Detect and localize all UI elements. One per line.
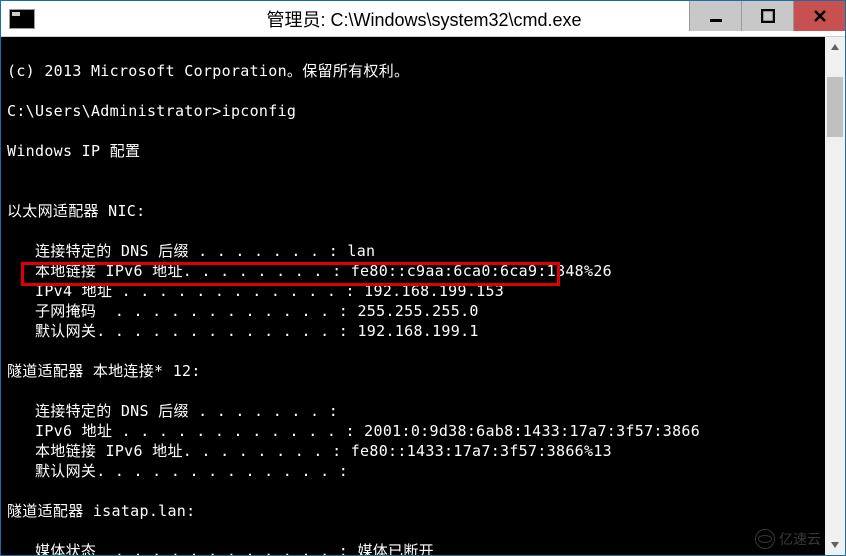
minimize-icon [709,9,723,23]
tunnel12-ipv6: IPv6 地址 . . . . . . . . . . . . : 2001:0… [7,422,700,440]
titlebar[interactable]: 管理员: C:\Windows\system32\cmd.exe [1,1,845,37]
cmd-icon[interactable] [9,9,35,29]
vertical-scrollbar[interactable] [825,37,845,555]
terminal-area[interactable]: (c) 2013 Microsoft Corporation。保留所有权利。 C… [1,37,845,555]
adapter-isatap-title: 隧道适配器 isatap.lan: [7,502,195,520]
tunnel12-gateway: 默认网关. . . . . . . . . . . . . : [7,462,348,480]
close-icon [813,9,827,23]
scroll-down-button[interactable] [825,535,845,555]
window-controls [689,1,845,31]
nic-subnet: 子网掩码 . . . . . . . . . . . . : 255.255.2… [7,302,479,320]
isatap-media-state: 媒体状态 . . . . . . . . . . . . : 媒体已断开 [7,542,434,555]
chevron-up-icon [830,42,840,52]
chevron-down-icon [830,540,840,550]
prompt-line: C:\Users\Administrator>ipconfig [7,102,296,120]
nic-gateway: 默认网关. . . . . . . . . . . . . : 192.168.… [7,322,479,340]
minimize-button[interactable] [689,1,741,31]
scroll-thumb[interactable] [827,77,843,137]
ipconfig-header: Windows IP 配置 [7,142,140,160]
tunnel12-link-local: 本地链接 IPv6 地址. . . . . . . . : fe80::1433… [7,442,612,460]
maximize-icon [761,9,775,23]
scroll-track[interactable] [825,57,845,535]
cmd-window: 管理员: C:\Windows\system32\cmd.exe (c) 201… [0,0,846,556]
nic-ipv4: IPv4 地址 . . . . . . . . . . . . : 192.16… [7,282,504,300]
tunnel12-dns-suffix: 连接特定的 DNS 后缀 . . . . . . . : [7,402,338,420]
adapter-tunnel12-title: 隧道适配器 本地连接* 12: [7,362,201,380]
nic-link-local-ipv6: 本地链接 IPv6 地址. . . . . . . . : fe80::c9aa… [7,262,612,280]
copyright-line: (c) 2013 Microsoft Corporation。保留所有权利。 [7,62,409,80]
adapter-nic-title: 以太网适配器 NIC: [7,202,145,220]
close-button[interactable] [793,1,845,31]
terminal-output: (c) 2013 Microsoft Corporation。保留所有权利。 C… [1,37,825,555]
nic-dns-suffix: 连接特定的 DNS 后缀 . . . . . . . : lan [7,242,375,260]
maximize-button[interactable] [741,1,793,31]
scroll-up-button[interactable] [825,37,845,57]
